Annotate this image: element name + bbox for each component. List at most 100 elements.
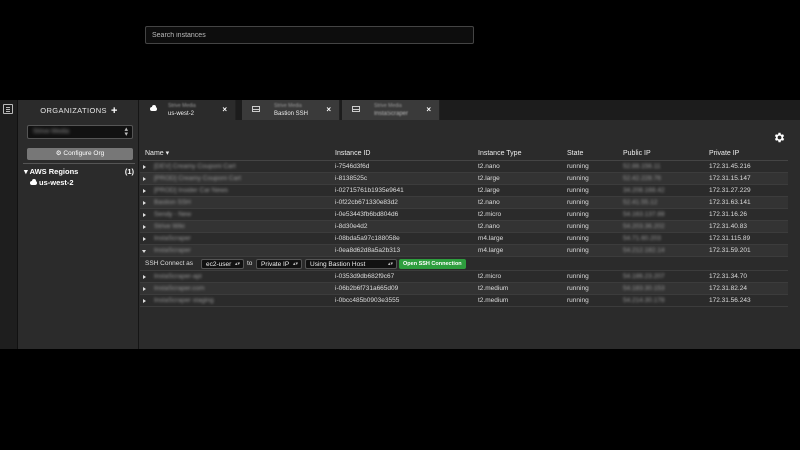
ssh-ip-select[interactable]: Private IP ▴▾ [256,259,302,269]
public-ip: 54.212.182.14 [623,247,665,254]
column-state[interactable]: State [567,147,583,161]
column-public-ip[interactable]: Public IP [623,147,651,161]
table-row[interactable]: [PROD] Creamy Couponi Cart i-8138525c t2.l… [140,173,788,185]
select-arrows-icon: ▴▾ [124,126,128,138]
select-arrows-icon: ▴▾ [292,261,298,267]
column-instance-id[interactable]: Instance ID [335,147,370,161]
table-row[interactable]: InstaScraper staging i-0bcc485b0903e3555 t… [140,295,788,307]
private-ip: 172.31.59.201 [709,247,751,254]
public-ip: 52.88.156.11 [623,163,661,170]
ssh-connect-label: SSH Connect as [145,260,194,267]
caret-right-icon[interactable] [143,177,146,181]
search-input[interactable] [145,26,474,44]
add-organization-icon[interactable]: + [111,105,118,117]
instance-state: running [567,175,589,182]
caret-right-icon[interactable] [143,287,146,291]
public-ip: 34.208.168.42 [623,187,665,194]
caret-right-icon[interactable] [143,165,146,169]
table-header: Name ▾ Instance ID Instance Type State P… [140,147,788,161]
table-row[interactable]: Strive Wiki i-8d30e4d2 t2.nano running 54.20… [140,221,788,233]
private-ip: 172.31.16.26 [709,211,747,218]
caret-down-icon[interactable] [142,250,146,253]
instance-id: i-0ea8d62d8a5a2b313 [335,247,401,254]
close-icon[interactable]: × [326,105,331,114]
column-instance-type[interactable]: Instance Type [478,147,521,161]
cloud-icon [150,105,158,112]
public-ip: 54.214.30.178 [623,297,665,304]
caret-right-icon[interactable] [143,201,146,205]
instance-state: running [567,297,589,304]
instance-name: [PROD] Creamy Couponi Cart [154,175,242,182]
instance-id: i-0e53443fb6bd804d6 [335,211,399,218]
configure-org-button[interactable]: ⚙ Configure Org [27,148,133,160]
caret-right-icon[interactable] [143,275,146,279]
instance-type: t2.medium [478,285,509,292]
region-item-us-west-2[interactable]: us-west-2 [30,178,74,187]
instance-id: i-02715761b1935e9641 [335,187,404,194]
private-ip: 172.31.56.243 [709,297,751,304]
instance-name: [DEV] Creamy Couponi Cart [154,163,236,170]
instance-id: i-0f22cb671330e83d2 [335,199,398,206]
table-row[interactable]: InstaScraper-api i-0353d9db682f9c67 t2.mic… [140,271,788,283]
tab-bar: Strive Media us-west-2 × Strive Media Ba… [140,100,800,120]
gear-icon: ⚙ [55,150,62,157]
instance-type: t2.nano [478,199,500,206]
chevron-down-icon: ▾ [24,167,28,176]
instance-type: m4.large [478,247,504,254]
table-row[interactable]: Sendy - New i-0e53443fb6bd804d6 t2.micro ru… [140,209,788,221]
instance-type: t2.large [478,175,500,182]
select-arrows-icon: ▴▾ [387,261,393,267]
tab-org: Strive Media [374,103,402,109]
tab-label: Bastion SSH [274,111,309,117]
settings-gear-icon[interactable] [773,131,786,144]
caret-right-icon[interactable] [143,189,146,193]
instance-type: t2.nano [478,223,500,230]
caret-right-icon[interactable] [143,237,146,241]
instance-type: t2.large [478,187,500,194]
tab-bastion-ssh[interactable]: Strive Media Bastion SSH × [242,100,340,120]
ssh-user-select[interactable]: ec2-user ▴▾ [201,259,244,269]
caret-right-icon[interactable] [143,299,146,303]
aws-regions-count: (1) [124,167,134,176]
private-ip: 172.31.34.70 [709,273,747,280]
left-rail [0,100,18,349]
tab-us-west-2[interactable]: Strive Media us-west-2 × [140,100,236,120]
table-row[interactable]: InstaScraper i-08bda5a97c188058e m4.large r… [140,233,788,245]
private-ip: 172.31.40.83 [709,223,747,230]
table-row[interactable]: [PROD] Insider Car News i-02715761b1935e9… [140,185,788,197]
column-name[interactable]: Name ▾ [145,147,169,161]
instance-state: running [567,223,589,230]
table-icon [352,106,360,112]
instance-type: t2.nano [478,163,500,170]
table-row[interactable]: InstaScraper.com i-06b2b6f731a665d09 t2.me… [140,283,788,295]
sidebar-divider [23,163,135,164]
instance-state: running [567,273,589,280]
instance-id: i-7546d3f6d [335,163,370,170]
cloud-icon [30,179,37,185]
tab-org: Strive Media [274,103,302,109]
instance-type: t2.micro [478,211,502,218]
table-body: [DEV] Creamy Couponi Cart i-7546d3f6d t2.n… [140,161,788,307]
table-row[interactable]: Bastion SSH i-0f22cb671330e83d2 t2.nano run… [140,197,788,209]
open-ssh-connection-button[interactable]: Open SSH Connection [399,259,466,269]
caret-right-icon[interactable] [143,225,146,229]
organization-select[interactable]: Strive Media ▴ ▾ [27,125,133,139]
list-icon[interactable] [3,104,13,114]
instance-state: running [567,247,589,254]
table-row[interactable]: InstaScraper i-0ea8d62d8a5a2b313 m4.large r… [140,245,788,257]
configure-org-label: Configure Org [63,150,105,157]
close-icon[interactable]: × [222,105,227,114]
instance-name: InstaScraper [154,235,191,242]
organization-select-value: Strive Media [33,128,70,135]
instance-name: InstaScraper.com [154,285,205,292]
table-row[interactable]: [DEV] Creamy Couponi Cart i-7546d3f6d t2.n… [140,161,788,173]
ssh-via-select[interactable]: Using Bastion Host ▴▾ [305,259,397,269]
tab-instascraper[interactable]: Strive Media InstaScraper × [342,100,440,120]
instances-table: Name ▾ Instance ID Instance Type State P… [140,147,788,307]
close-icon[interactable]: × [426,105,431,114]
aws-regions-item[interactable]: ▾ AWS Regions (1) [24,167,134,176]
ssh-ip-value: Private IP [261,261,290,268]
column-private-ip[interactable]: Private IP [709,147,739,161]
caret-right-icon[interactable] [143,213,146,217]
instance-type: t2.medium [478,297,509,304]
